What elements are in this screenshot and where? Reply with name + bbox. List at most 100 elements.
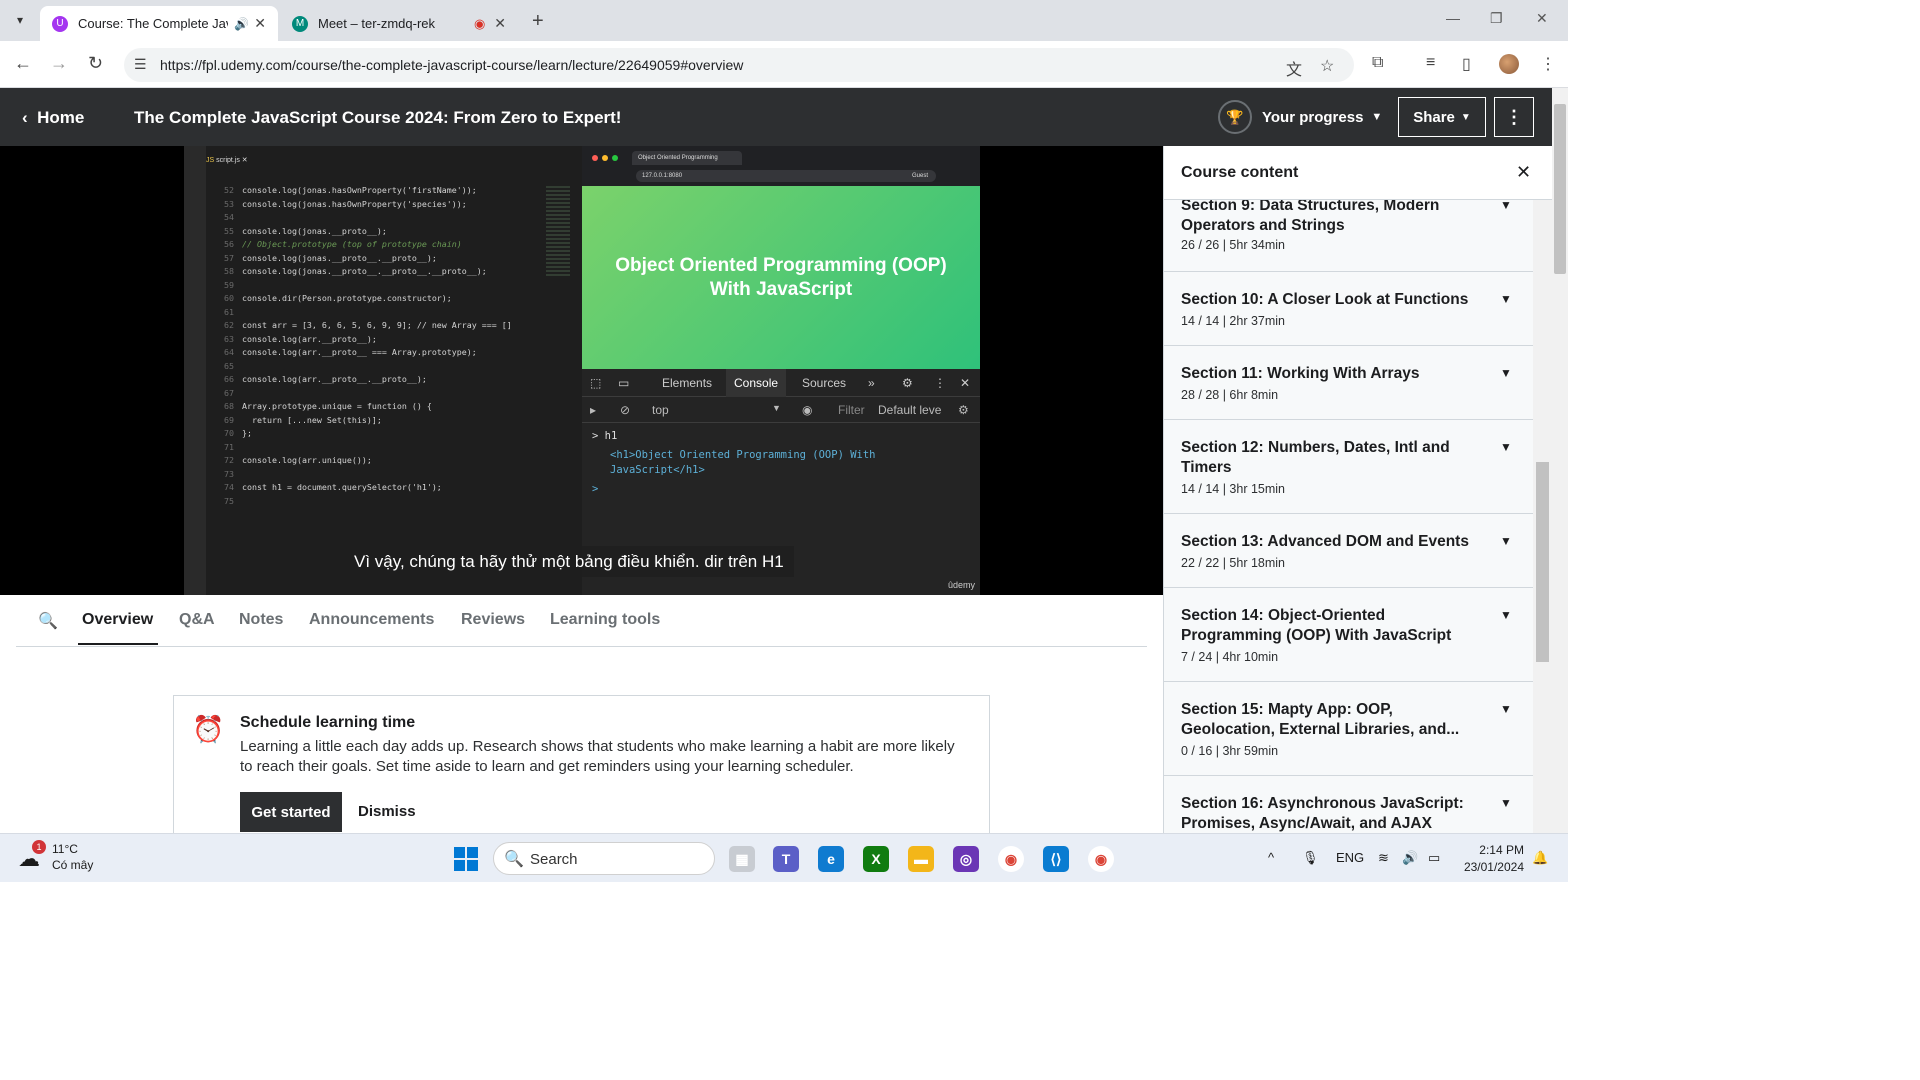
- code-line: 53 console.log(jonas.hasOwnProperty('spec…: [212, 198, 512, 212]
- microphone-icon[interactable]: 🎙: [1302, 850, 1319, 866]
- code-line: 70};: [212, 427, 512, 441]
- tab-notes[interactable]: Notes: [239, 611, 283, 629]
- profile-avatar[interactable]: [1499, 54, 1519, 74]
- tab-meet[interactable]: M Meet – ter-zmdq-rek ◉ ✕: [280, 6, 518, 41]
- chrome-profile-icon[interactable]: ◉: [1088, 846, 1114, 872]
- minimize-icon[interactable]: —: [1446, 10, 1460, 26]
- audio-playing-icon[interactable]: 🔊: [234, 17, 249, 31]
- course-section[interactable]: Section 15: Mapty App: OOP, Geolocation,…: [1164, 682, 1534, 776]
- app-icon[interactable]: ◎: [953, 846, 979, 872]
- language-indicator[interactable]: ENG: [1336, 850, 1364, 865]
- course-content-sidebar: Course content ✕ Section 9: Data Structu…: [1163, 146, 1552, 833]
- progress-dropdown[interactable]: 🏆 Your progress ▼: [1218, 100, 1382, 134]
- start-button-icon[interactable]: [454, 847, 478, 871]
- section-title: Section 15: Mapty App: OOP, Geolocation,…: [1181, 701, 1460, 738]
- task-view-icon[interactable]: ▦: [729, 846, 755, 872]
- section-title: Section 11: Working With Arrays: [1181, 365, 1420, 382]
- course-section[interactable]: Section 13: Advanced DOM and Events 22 / …: [1164, 514, 1534, 588]
- tab-qa[interactable]: Q&A: [179, 611, 215, 629]
- more-options-icon[interactable]: ⋮: [1494, 97, 1534, 137]
- chevron-down-icon[interactable]: ▼: [1500, 366, 1512, 380]
- dismiss-button[interactable]: Dismiss: [358, 803, 416, 820]
- section-meta: 14 / 14 | 3hr 15min: [1181, 482, 1286, 496]
- editor-tab: JS script.js ✕: [206, 157, 248, 164]
- system-clock[interactable]: 2:14 PM 23/01/2024: [1460, 842, 1524, 876]
- back-icon[interactable]: ←: [14, 53, 32, 74]
- file-explorer-icon[interactable]: ▬: [908, 846, 934, 872]
- tab-udemy-course[interactable]: U Course: The Complete JavaS 🔊 ✕: [40, 6, 278, 41]
- udemy-watermark: ûdemy: [948, 580, 976, 590]
- page-scroll-thumb[interactable]: [1554, 104, 1566, 274]
- home-link[interactable]: ‹ Home: [22, 108, 84, 128]
- address-bar[interactable]: ☰ https://fpl.udemy.com/course/the-compl…: [124, 48, 1354, 82]
- new-tab-button[interactable]: +: [532, 10, 544, 33]
- bookmark-star-icon[interactable]: ☆: [1320, 56, 1334, 76]
- close-sidebar-icon[interactable]: ✕: [1516, 162, 1531, 183]
- search-icon[interactable]: 🔍: [38, 611, 58, 631]
- filter-input: Filter: [838, 403, 865, 417]
- xbox-icon[interactable]: X: [863, 846, 889, 872]
- notification-bell-icon[interactable]: 🔔: [1532, 850, 1548, 866]
- close-window-icon[interactable]: ✕: [1536, 10, 1548, 27]
- section-meta: 22 / 22 | 5hr 18min: [1181, 556, 1286, 570]
- sidebar-scroll-thumb[interactable]: [1536, 462, 1549, 662]
- course-section[interactable]: Section 16: Asynchronous JavaScript: Pro…: [1164, 776, 1534, 833]
- windows-taskbar: ☁ 1 11°C Có mây 🔍 Search ▦ T e X ▬ ◎ ◉ ⟨…: [0, 833, 1568, 882]
- site-info-icon[interactable]: ☰: [134, 56, 147, 73]
- tab-search-icon[interactable]: ▾: [8, 8, 32, 32]
- code-line: 68 Array.prototype.unique = function () {: [212, 400, 512, 414]
- close-icon: ✕: [960, 376, 971, 390]
- vscode-icon[interactable]: ⟨⟩: [1043, 846, 1069, 872]
- code-text: console.log(arr.__proto__.__proto__);: [242, 374, 427, 384]
- chevron-down-icon[interactable]: ▼: [1500, 702, 1512, 716]
- inner-page: Object Oriented Programming (OOP) With J…: [582, 186, 980, 369]
- tab-learning-tools[interactable]: Learning tools: [550, 611, 660, 629]
- chevron-up-icon[interactable]: ^: [1268, 850, 1274, 865]
- wifi-icon[interactable]: ≋: [1378, 850, 1389, 866]
- course-section[interactable]: Section 12: Numbers, Dates, Intl and Tim…: [1164, 420, 1534, 514]
- close-tab-icon[interactable]: ✕: [494, 15, 506, 32]
- chevron-down-icon[interactable]: ▼: [1500, 534, 1512, 548]
- line-number: 52: [224, 185, 234, 195]
- code-text: console.log(arr.__proto__ === Array.prot…: [242, 347, 477, 357]
- chevron-down-icon[interactable]: ▼: [1500, 198, 1512, 212]
- course-section[interactable]: Section 14: Object-Oriented Programming …: [1164, 588, 1534, 682]
- reload-icon[interactable]: ↻: [88, 53, 103, 74]
- tab-reviews[interactable]: Reviews: [461, 611, 525, 629]
- more-tabs-icon: »: [868, 376, 875, 390]
- section-meta: 0 / 16 | 3hr 59min: [1181, 744, 1279, 758]
- media-control-icon[interactable]: ≡: [1426, 54, 1435, 72]
- battery-icon[interactable]: ▭: [1428, 850, 1440, 866]
- translate-icon[interactable]: 文: [1286, 56, 1302, 80]
- extensions-icon[interactable]: ⧉: [1372, 54, 1383, 72]
- forward-icon[interactable]: →: [50, 53, 68, 74]
- code-text: Array.prototype.unique = function () {: [242, 401, 432, 411]
- teams-icon[interactable]: T: [773, 846, 799, 872]
- edge-icon[interactable]: e: [818, 846, 844, 872]
- course-section[interactable]: Section 11: Working With Arrays 28 / 28 |…: [1164, 346, 1534, 420]
- chevron-down-icon[interactable]: ▼: [1500, 292, 1512, 306]
- share-button[interactable]: Share ▼: [1398, 97, 1486, 137]
- code-text: console.log(arr.unique());: [242, 455, 372, 465]
- restore-icon[interactable]: ❐: [1490, 10, 1503, 27]
- chrome-icon[interactable]: ◉: [998, 846, 1024, 872]
- tab-announcements[interactable]: Announcements: [309, 611, 434, 629]
- chevron-down-icon[interactable]: ▼: [1500, 796, 1512, 810]
- course-section[interactable]: Section 10: A Closer Look at Functions 14…: [1164, 272, 1534, 346]
- volume-icon[interactable]: 🔊: [1402, 850, 1418, 866]
- clock-time: 2:14 PM: [1479, 843, 1524, 857]
- get-started-button[interactable]: Get started: [240, 792, 342, 832]
- close-tab-icon[interactable]: ✕: [254, 15, 266, 32]
- clear-console-icon: ⊘: [620, 403, 631, 417]
- devtools-tabs: ⬚ ▭ Elements Console Sources » ⚙ ⋮ ✕: [582, 369, 980, 397]
- active-tab-indicator: [78, 643, 158, 645]
- line-number: 59: [224, 279, 234, 290]
- code-text: };: [242, 428, 252, 438]
- side-panel-icon[interactable]: ▯: [1462, 54, 1471, 74]
- url-text[interactable]: https://fpl.udemy.com/course/the-complet…: [160, 57, 743, 73]
- taskbar-search[interactable]: 🔍 Search: [493, 842, 715, 875]
- chevron-down-icon[interactable]: ▼: [1500, 440, 1512, 454]
- tab-overview[interactable]: Overview: [82, 611, 153, 629]
- chevron-down-icon[interactable]: ▼: [1500, 608, 1512, 622]
- browser-menu-icon[interactable]: ⋮: [1540, 54, 1556, 74]
